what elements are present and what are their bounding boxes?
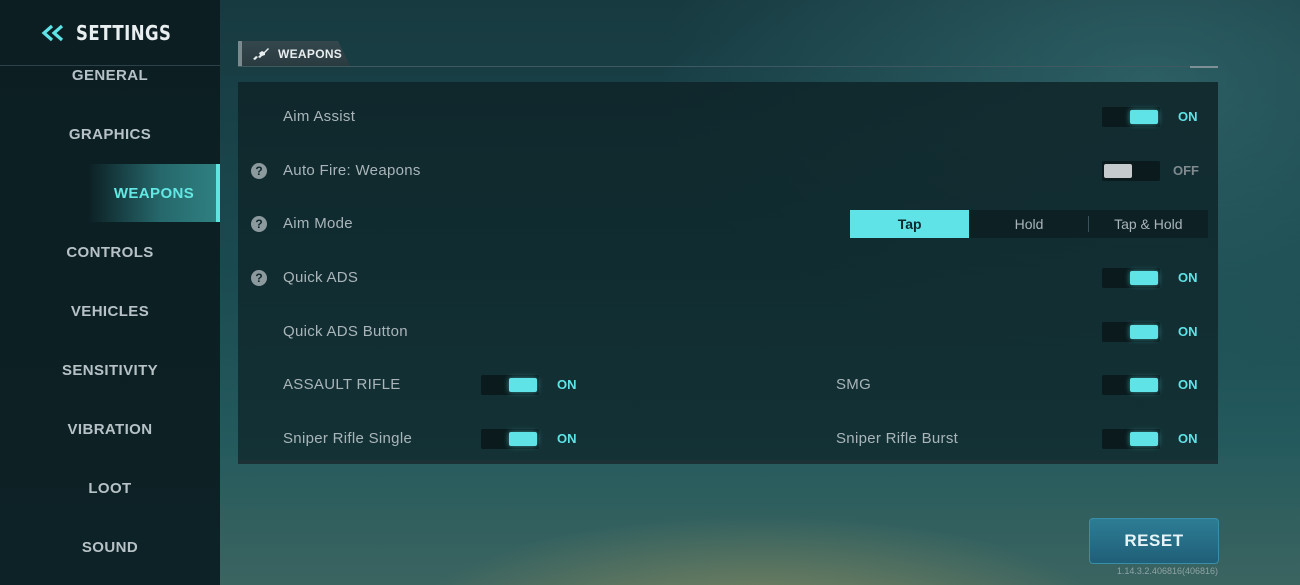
assault-rifle-toggle[interactable] [481,375,539,395]
section-tab-strip: WEAPONS [238,41,1218,68]
toggle-knob [509,378,537,392]
settings-title: SETTINGS [76,20,172,45]
auto-fire-toggle[interactable] [1102,161,1160,181]
auto-fire-state: OFF [1173,163,1199,178]
version-label: 1.14.3.2.406816(406816) [1116,566,1218,576]
toggle-knob [1130,110,1158,124]
nav-item-loot[interactable]: LOOT [0,459,220,517]
nav-item-graphics[interactable]: GRAPHICS [0,105,220,163]
toggle-knob [509,432,537,446]
sniper-rifle-burst-state: ON [1178,431,1198,446]
nav-item-vibration[interactable]: VIBRATION [0,400,220,458]
nav-item-weapons[interactable]: WEAPONS [88,164,220,222]
quick-ads-button-toggle[interactable] [1102,322,1160,342]
double-chevron-left-icon[interactable] [40,24,66,42]
quick-ads-button-state: ON [1178,324,1198,339]
aim-assist-state: ON [1178,109,1198,124]
tab-weapons-label: WEAPONS [278,46,343,61]
aim-mode-option-tap[interactable]: Tap [850,210,970,238]
aim-mode-option-hold-label: Hold [1014,216,1044,232]
sniper-rifle-single-label: Sniper Rifle Single [283,430,413,447]
rifle-icon [253,47,269,60]
help-icon[interactable]: ? [251,216,267,232]
smg-state: ON [1178,377,1198,392]
aim-mode-selector: Tap Hold Tap & Hold [850,210,1208,238]
toggle-knob [1130,432,1158,446]
help-icon[interactable]: ? [251,270,267,286]
weapons-settings-panel: Aim Assist ON ? Auto Fire: Weapons OFF ?… [238,82,1218,464]
quick-ads-state: ON [1178,270,1198,285]
toggle-knob [1104,164,1132,178]
help-icon[interactable]: ? [251,163,267,179]
aim-mode-option-hold[interactable]: Hold [969,210,1089,238]
smg-label: SMG [836,376,872,393]
toggle-knob [1130,325,1158,339]
quick-ads-label: Quick ADS [283,269,359,286]
nav-item-sound[interactable]: SOUND [0,518,220,576]
aim-assist-toggle[interactable] [1102,107,1160,127]
aim-mode-option-tap-and-hold[interactable]: Tap & Hold [1089,210,1208,238]
auto-fire-label: Auto Fire: Weapons [283,162,421,179]
assault-rifle-label: ASSAULT RIFLE [283,376,401,393]
nav-item-controls[interactable]: CONTROLS [0,223,220,281]
sidebar: SETTINGS GENERAL GRAPHICS WEAPONS CONTRO… [0,0,220,585]
quick-ads-button-label: Quick ADS Button [283,323,408,340]
reset-button[interactable]: RESET [1089,518,1219,564]
aim-assist-label: Aim Assist [283,108,356,125]
sniper-rifle-burst-label: Sniper Rifle Burst [836,430,959,447]
smg-toggle[interactable] [1102,375,1160,395]
sniper-rifle-single-toggle[interactable] [481,429,539,449]
nav-item-sensitivity[interactable]: SENSITIVITY [0,341,220,399]
sniper-rifle-burst-toggle[interactable] [1102,429,1160,449]
quick-ads-toggle[interactable] [1102,268,1160,288]
toggle-knob [1130,271,1158,285]
sniper-rifle-single-state: ON [557,431,577,446]
nav-item-vehicles[interactable]: VEHICLES [0,282,220,340]
tab-strip-end-marker [1190,66,1218,68]
aim-mode-label: Aim Mode [283,215,353,232]
toggle-knob [1130,378,1158,392]
tab-weapons[interactable]: WEAPONS [238,41,350,66]
assault-rifle-state: ON [557,377,577,392]
nav-item-general[interactable]: GENERAL [0,46,220,104]
